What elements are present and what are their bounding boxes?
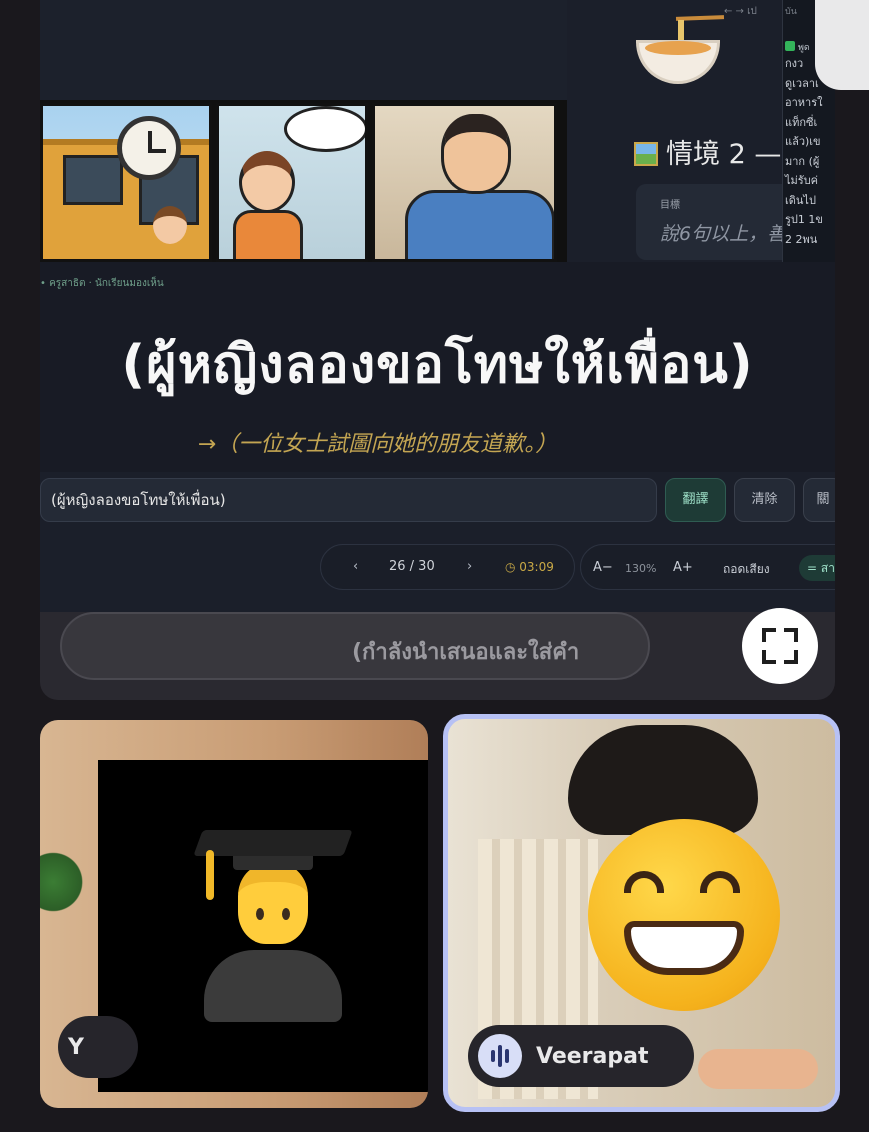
next-slide-button[interactable]: ›: [467, 559, 472, 574]
speech-bubble: [284, 106, 365, 152]
sentence-display: • ครูสาธิต · นักเรียนมองเห็น (ผู้หญิงลอง…: [40, 262, 835, 472]
comic-panel-bus: [40, 103, 212, 262]
slide-pager: ‹ 26 / 30 › ◷ 03:09: [320, 544, 575, 590]
participant-name: Y: [68, 1034, 84, 1060]
checkbox-icon[interactable]: [785, 41, 795, 51]
translation-text: →（一位女士試圖向她的朋友道歉。）: [197, 432, 558, 457]
close-button[interactable]: 關: [803, 478, 835, 522]
slide-counter: 26 / 30: [389, 559, 435, 574]
comic-panel-woman: [216, 103, 368, 262]
participant-name-pill: Y: [58, 1016, 138, 1078]
notes-line: เดินไป: [785, 193, 816, 207]
notes-line: อาหารใ: [785, 96, 823, 109]
expand-icon: [762, 628, 776, 642]
input-row: (ผู้หญิงลองขอโทษให้เพื่อน) 翻譯 清除 關: [40, 478, 835, 524]
zoom-level: 130%: [625, 562, 657, 575]
transcribe-button[interactable]: ถอดเสียง: [723, 560, 770, 579]
font-increase-button[interactable]: A+: [673, 560, 693, 575]
fullscreen-button[interactable]: [742, 608, 818, 684]
notes-line: มาก (ผู้: [785, 154, 820, 168]
speaking-indicator-icon: [478, 1034, 522, 1078]
screen-share-stage: 情境 2 — ; 目標 說6句以上，善用 ← → เป บัน พูด กงว …: [40, 0, 835, 700]
live-caption-text: (กำลังนำเสนอและใส่คำ: [352, 640, 580, 665]
timer: ◷ 03:09: [505, 560, 554, 574]
participant-tile-active[interactable]: Veerapat: [443, 714, 840, 1112]
breadcrumb: • ครูสาธิต · นักเรียนมองเห็น: [40, 278, 164, 289]
noodle-bowl-icon: [636, 40, 720, 84]
shared-screen: 情境 2 — ; 目標 說6句以上，善用 ← → เป บัน พูด กงว …: [40, 0, 835, 612]
clock-icon: [117, 116, 181, 180]
nav-hint: ← → เป: [724, 6, 757, 17]
thai-sentence: (ผู้หญิงลองขอโทษให้เพื่อน): [121, 335, 754, 395]
comic-strip-image: [40, 100, 567, 262]
sentence-input[interactable]: (ผู้หญิงลองขอโทษให้เพื่อน): [40, 478, 657, 522]
live-caption-bar: (กำลังนำเสนอและใส่คำ: [60, 612, 650, 680]
scenario-title: 情境 2 — ;: [634, 132, 799, 171]
plant-image: [40, 850, 84, 930]
notes-line: แท็กซี่เ: [785, 115, 818, 129]
grinning-face-icon: [588, 819, 780, 1011]
notes-line: รูป1 1ข: [785, 213, 823, 226]
participant-name-pill: Veerapat: [468, 1025, 694, 1087]
mode-toggle[interactable]: = สา: [799, 555, 835, 581]
comic-panel-man: [372, 103, 557, 262]
notes-line: ไม่รับค่: [785, 174, 819, 187]
device-corner: [815, 0, 869, 90]
participant-name: Veerapat: [536, 1043, 649, 1069]
video-off-cover: [98, 760, 428, 1092]
prev-slide-button[interactable]: ‹: [353, 559, 358, 574]
notes-line: แล้ว)เข: [785, 135, 821, 148]
translate-button[interactable]: 翻譯: [665, 478, 726, 522]
student-emoji-icon: [193, 820, 353, 1022]
picture-icon: [634, 142, 658, 166]
font-decrease-button[interactable]: A−: [593, 560, 613, 575]
clear-button[interactable]: 清除: [734, 478, 795, 522]
control-row: ‹ 26 / 30 › ◷ 03:09 A− 130% A+ ถอดเสียง …: [40, 540, 835, 592]
notes-line: 2 2พน: [785, 232, 818, 246]
slide-top-area: [40, 0, 567, 100]
participant-tile[interactable]: Y: [40, 720, 428, 1108]
display-tools: A− 130% A+ ถอดเสียง = สา: [580, 544, 835, 590]
